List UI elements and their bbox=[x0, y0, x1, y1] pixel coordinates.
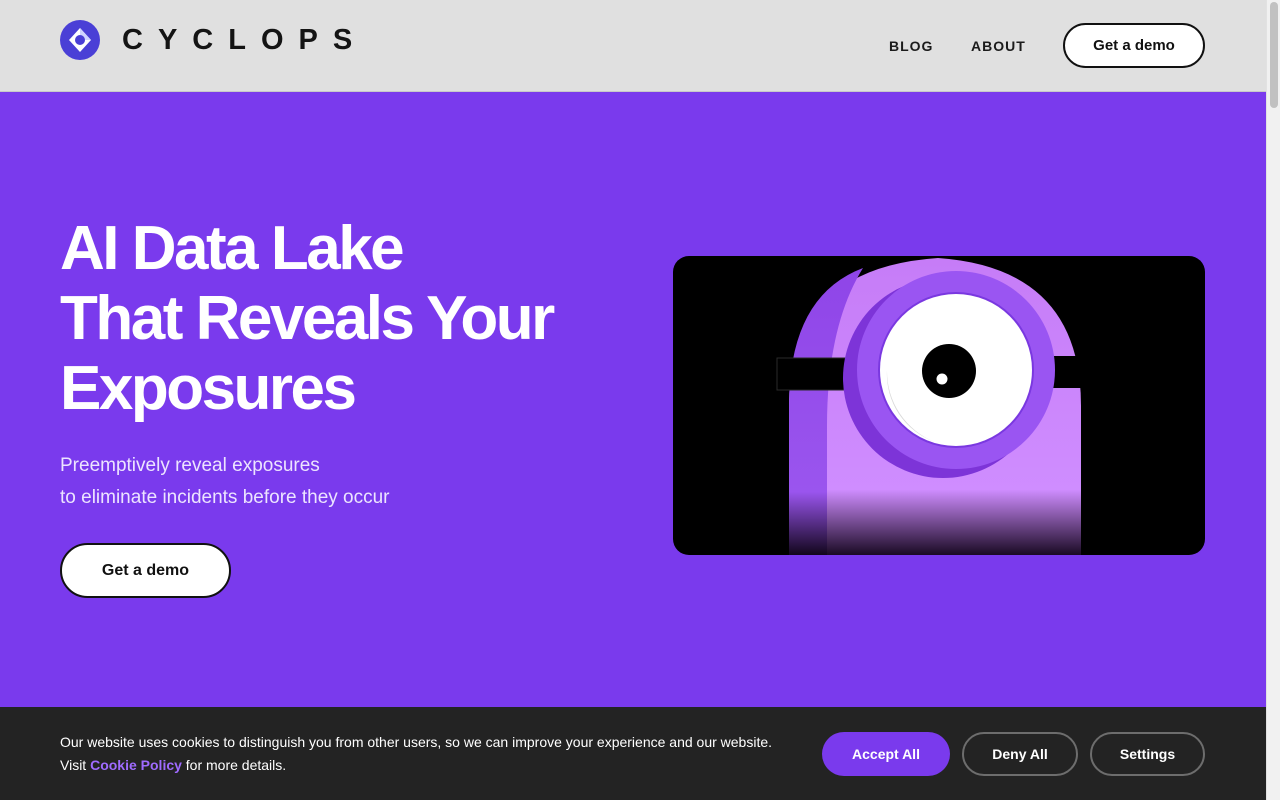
hero-illustration bbox=[673, 256, 1205, 555]
hero-subtitle-line: Preemptively reveal exposures bbox=[60, 455, 320, 476]
cookie-banner: Our website uses cookies to distinguish … bbox=[0, 707, 1266, 800]
header-get-demo-button[interactable]: Get a demo bbox=[1063, 23, 1205, 68]
deny-all-cookies-button[interactable]: Deny All bbox=[962, 732, 1078, 776]
site-header: CYCLOPS BLOG ABOUT Get a demo bbox=[0, 0, 1266, 92]
page-scrollbar[interactable] bbox=[1266, 0, 1280, 800]
cookie-message: Our website uses cookies to distinguish … bbox=[60, 731, 800, 777]
cookie-policy-link[interactable]: Cookie Policy bbox=[90, 757, 182, 773]
nav-link-blog[interactable]: BLOG bbox=[889, 38, 933, 54]
hero-title-line: Exposures bbox=[60, 354, 357, 423]
cookie-after-text: for more details. bbox=[181, 757, 287, 773]
cyclops-mascot-illustration bbox=[776, 258, 1090, 555]
scrollbar-thumb[interactable] bbox=[1270, 2, 1278, 108]
hero-title: AI Data Lake That Reveals Your Exposures bbox=[60, 214, 660, 424]
cookie-message-line: Our website uses cookies to distinguish … bbox=[60, 734, 773, 750]
accept-all-cookies-button[interactable]: Accept All bbox=[822, 732, 950, 776]
nav-link-about[interactable]: ABOUT bbox=[971, 38, 1026, 54]
hero-subtitle: Preemptively reveal exposures to elimina… bbox=[60, 450, 390, 514]
hero-title-line: That Reveals Your bbox=[60, 284, 555, 353]
hero-get-demo-button[interactable]: Get a demo bbox=[60, 543, 231, 598]
cookie-visit-text: Visit bbox=[60, 757, 91, 773]
hero-title-line: AI Data Lake bbox=[60, 214, 405, 283]
cookie-settings-button[interactable]: Settings bbox=[1090, 732, 1205, 776]
hero-subtitle-line: to eliminate incidents before they occur bbox=[60, 487, 390, 508]
